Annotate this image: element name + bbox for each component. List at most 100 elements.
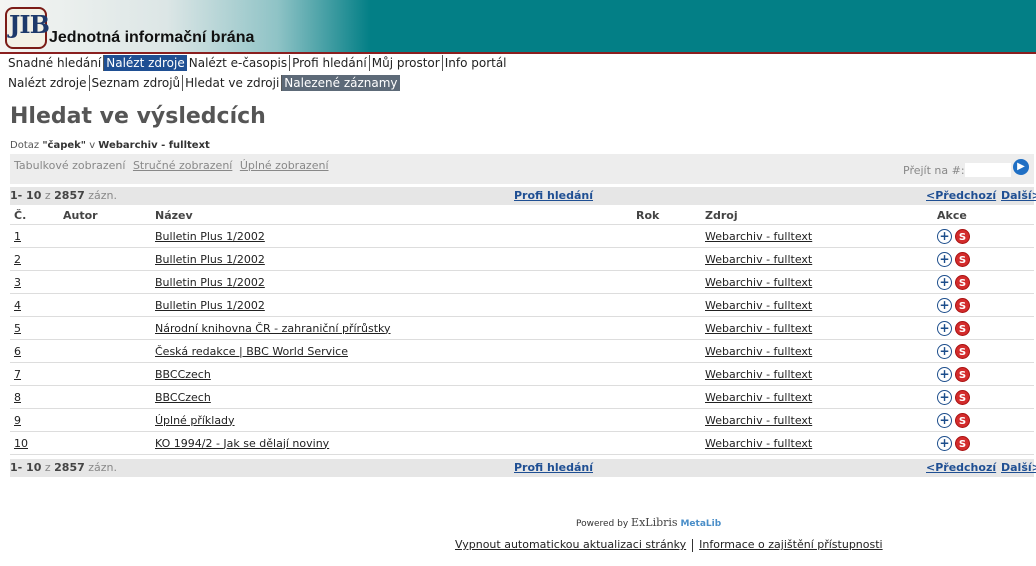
brand-name: Jednotná informační brána <box>49 29 255 46</box>
sfx-link-icon[interactable]: S <box>955 435 970 451</box>
previous-page-link[interactable]: <Předchozí <box>926 189 996 202</box>
row-author <box>59 385 151 409</box>
row-source-link[interactable]: Webarchiv - fulltext <box>705 276 812 289</box>
row-number: 1 <box>10 224 59 248</box>
row-source: Webarchiv - fulltext <box>701 362 933 386</box>
subnav-find-sources[interactable]: Nalézt zdroje <box>6 75 90 91</box>
col-number: Č. <box>10 207 59 225</box>
sfx-link-icon[interactable]: S <box>955 343 970 359</box>
exlibris-logo: ExLibris <box>631 516 678 529</box>
row-title-link[interactable]: Bulletin Plus 1/2002 <box>155 253 265 266</box>
nav-find-ejournal[interactable]: Nalézt e-časopis <box>187 55 291 71</box>
sub-nav: Nalézt zdroje Seznam zdrojů Hledat ve zdro… <box>6 75 400 91</box>
subnav-source-list[interactable]: Seznam zdrojů <box>90 75 184 91</box>
row-title-link[interactable]: KO 1994/2 - Jak se dělají noviny <box>155 437 329 450</box>
row-number: 7 <box>10 362 59 386</box>
pro-search-link[interactable]: Profi hledání <box>514 461 593 474</box>
nav-my-space[interactable]: Můj prostor <box>370 55 443 71</box>
goto-record-input[interactable] <box>964 162 1012 178</box>
row-number-link[interactable]: 9 <box>14 414 21 427</box>
add-to-basket-icon[interactable]: + <box>937 274 952 290</box>
add-to-basket-icon[interactable]: + <box>937 366 952 382</box>
nav-find-sources[interactable]: Nalézt zdroje <box>104 55 187 71</box>
row-title-link[interactable]: Národní knihovna ČR - zahraniční přírůst… <box>155 322 391 335</box>
previous-page-link[interactable]: <Předchozí <box>926 461 996 474</box>
row-number: 3 <box>10 270 59 294</box>
row-number-link[interactable]: 8 <box>14 391 21 404</box>
view-brief-link[interactable]: Stručné zobrazení <box>133 159 232 172</box>
results-table: Č. Autor Název Rok Zdroj Akce 1 Bulletin … <box>10 207 1034 455</box>
row-number-link[interactable]: 3 <box>14 276 21 289</box>
row-actions: + S <box>933 316 1034 340</box>
row-source-link[interactable]: Webarchiv - fulltext <box>705 230 812 243</box>
row-source-link[interactable]: Webarchiv - fulltext <box>705 368 812 381</box>
row-source-link[interactable]: Webarchiv - fulltext <box>705 322 812 335</box>
query-term: "čapek" <box>42 140 86 151</box>
query-source: Webarchiv - fulltext <box>98 140 210 151</box>
row-number: 6 <box>10 339 59 363</box>
sfx-link-icon[interactable]: S <box>955 412 970 428</box>
sfx-link-icon[interactable]: S <box>955 389 970 405</box>
sfx-link-icon[interactable]: S <box>955 251 970 267</box>
sfx-link-icon[interactable]: S <box>955 274 970 290</box>
accessibility-info-link[interactable]: Informace o zajištění přístupnosti <box>699 538 882 551</box>
result-count: 1- 10 z 2857 zázn. <box>10 461 118 474</box>
row-source: Webarchiv - fulltext <box>701 408 933 432</box>
add-to-basket-icon[interactable]: + <box>937 320 952 336</box>
row-title-link[interactable]: Česká redakce | BBC World Service <box>155 345 348 358</box>
pro-search-link[interactable]: Profi hledání <box>514 189 593 202</box>
nav-easy-search[interactable]: Snadné hledání <box>6 55 105 71</box>
row-source-link[interactable]: Webarchiv - fulltext <box>705 345 812 358</box>
nav-pro-search[interactable]: Profi hledání <box>290 55 370 71</box>
row-title-link[interactable]: Bulletin Plus 1/2002 <box>155 276 265 289</box>
view-full-link[interactable]: Úplné zobrazení <box>240 159 329 172</box>
row-number-link[interactable]: 5 <box>14 322 21 335</box>
row-number-link[interactable]: 10 <box>14 437 28 450</box>
add-to-basket-icon[interactable]: + <box>937 435 952 451</box>
row-number-link[interactable]: 2 <box>14 253 21 266</box>
sfx-link-icon[interactable]: S <box>955 366 970 382</box>
row-source-link[interactable]: Webarchiv - fulltext <box>705 414 812 427</box>
row-title: Úplné příklady <box>151 408 632 432</box>
next-page-link[interactable]: Další> <box>1001 461 1036 474</box>
row-title-link[interactable]: BBCCzech <box>155 368 211 381</box>
row-title-link[interactable]: Bulletin Plus 1/2002 <box>155 230 265 243</box>
row-source: Webarchiv - fulltext <box>701 247 933 271</box>
row-number-link[interactable]: 7 <box>14 368 21 381</box>
row-source-link[interactable]: Webarchiv - fulltext <box>705 253 812 266</box>
col-actions: Akce <box>933 207 1034 225</box>
sfx-link-icon[interactable]: S <box>955 320 970 336</box>
row-source-link[interactable]: Webarchiv - fulltext <box>705 391 812 404</box>
add-to-basket-icon[interactable]: + <box>937 412 952 428</box>
row-source-link[interactable]: Webarchiv - fulltext <box>705 299 812 312</box>
row-year <box>632 385 701 409</box>
add-to-basket-icon[interactable]: + <box>937 343 952 359</box>
row-number-link[interactable]: 4 <box>14 299 21 312</box>
row-year <box>632 270 701 294</box>
subnav-found-records[interactable]: Nalezené záznamy <box>282 75 400 91</box>
disable-auto-refresh-link[interactable]: Vypnout automatickou aktualizaci stránky <box>455 538 686 551</box>
add-to-basket-icon[interactable]: + <box>937 228 952 244</box>
add-to-basket-icon[interactable]: + <box>937 297 952 313</box>
subnav-search-in-source[interactable]: Hledat ve zdroji <box>183 75 283 91</box>
sfx-link-icon[interactable]: S <box>955 297 970 313</box>
add-to-basket-icon[interactable]: + <box>937 251 952 267</box>
row-title-link[interactable]: BBCCzech <box>155 391 211 404</box>
add-to-basket-icon[interactable]: + <box>937 389 952 405</box>
sfx-link-icon[interactable]: S <box>955 228 970 244</box>
go-arrow-icon[interactable]: ▶ <box>1013 159 1029 175</box>
row-title: Česká redakce | BBC World Service <box>151 339 632 363</box>
query-mid: v <box>89 140 96 151</box>
row-actions: + S <box>933 293 1034 317</box>
table-header-row: Č. Autor Název Rok Zdroj Akce <box>10 207 1034 225</box>
row-number-link[interactable]: 6 <box>14 345 21 358</box>
next-page-link[interactable]: Další> <box>1001 189 1036 202</box>
row-number: 8 <box>10 385 59 409</box>
row-number-link[interactable]: 1 <box>14 230 21 243</box>
row-title-link[interactable]: Úplné příklady <box>155 414 235 427</box>
row-title-link[interactable]: Bulletin Plus 1/2002 <box>155 299 265 312</box>
row-source-link[interactable]: Webarchiv - fulltext <box>705 437 812 450</box>
jib-logo-text: JIB <box>9 10 50 39</box>
nav-info-portal[interactable]: Info portál <box>443 55 509 71</box>
table-row: 1 Bulletin Plus 1/2002 Webarchiv - fulltex… <box>10 224 1034 248</box>
